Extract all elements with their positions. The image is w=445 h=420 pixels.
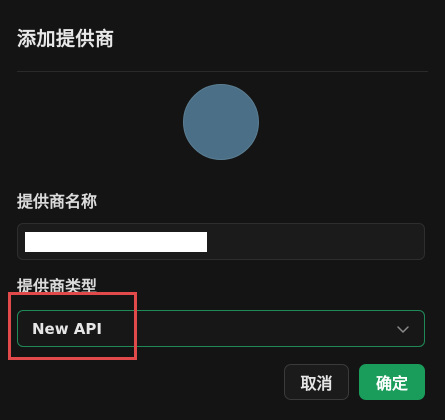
confirm-button[interactable]: 确定 (359, 364, 425, 400)
provider-type-selected-value: New API (32, 320, 102, 338)
chevron-down-icon (396, 321, 410, 335)
provider-avatar[interactable] (183, 84, 259, 160)
provider-name-value (25, 232, 207, 252)
dialog-title: 添加提供商 (17, 28, 115, 50)
add-provider-dialog: 添加提供商 提供商名称 提供商类型 New API 取消 确定 (0, 0, 445, 420)
provider-type-label: 提供商类型 (17, 277, 98, 296)
cancel-button[interactable]: 取消 (284, 364, 349, 400)
provider-name-label: 提供商名称 (17, 192, 98, 211)
provider-type-select[interactable]: New API (17, 310, 425, 347)
divider (17, 71, 428, 72)
provider-name-input[interactable] (17, 223, 425, 260)
